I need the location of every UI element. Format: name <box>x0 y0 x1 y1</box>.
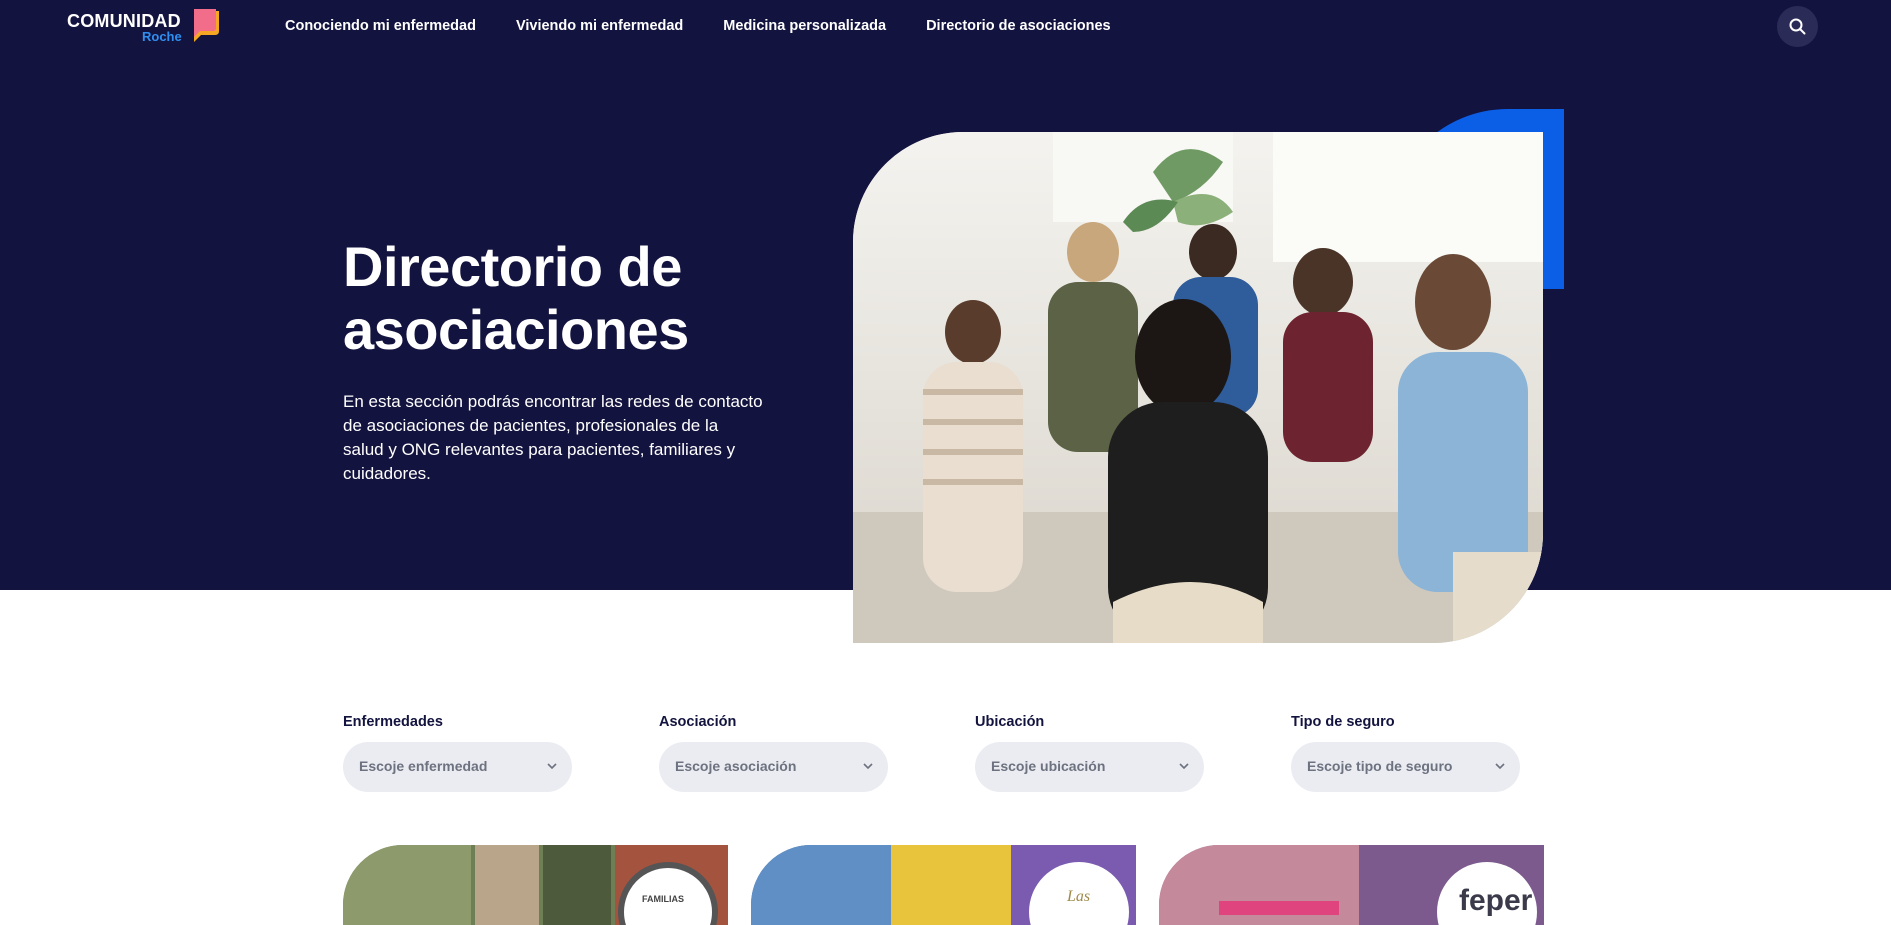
select-enfermedad[interactable]: Escoje enfermedad <box>343 742 572 792</box>
select-tipo-de-seguro[interactable]: Escoje tipo de seguro <box>1291 742 1520 792</box>
card-banner <box>1219 901 1339 915</box>
speech-bubble-icon <box>194 9 219 42</box>
hero-description: En esta sección podrás encontrar las red… <box>343 392 763 483</box>
association-card[interactable]: Las <box>751 845 1136 925</box>
hero-photo-support-group <box>853 132 1543 643</box>
nav-directorio-de-asociaciones[interactable]: Directorio de asociaciones <box>926 18 1111 34</box>
association-logo-text: Las <box>1067 888 1091 905</box>
chevron-down-icon <box>547 763 557 770</box>
nav-medicina-personalizada[interactable]: Medicina personalizada <box>723 18 886 34</box>
page-title: Directorio de asociaciones <box>343 235 689 361</box>
association-card[interactable]: feper <box>1159 845 1544 925</box>
card-photo <box>751 845 891 925</box>
filter-ubicacion: Ubicación Escoje ubicación <box>975 714 1205 792</box>
filter-tipo-de-seguro: Tipo de seguro Escoje tipo de seguro <box>1291 714 1521 792</box>
select-asociacion[interactable]: Escoje asociación <box>659 742 888 792</box>
chevron-down-icon <box>863 763 873 770</box>
association-logo-text: FAMILIAS <box>642 894 684 904</box>
site-header: COMUNIDAD Roche Conociendo mi enfermedad… <box>0 0 1891 54</box>
search-button[interactable] <box>1777 6 1818 47</box>
select-ubicacion[interactable]: Escoje ubicación <box>975 742 1204 792</box>
select-placeholder: Escoje enfermedad <box>359 758 488 774</box>
select-placeholder: Escoje tipo de seguro <box>1307 758 1453 774</box>
search-icon <box>1789 18 1806 35</box>
main-nav: Conociendo mi enfermedad Viviendo mi enf… <box>285 18 1111 34</box>
support-group-illustration <box>853 132 1543 643</box>
nav-viviendo-mi-enfermedad[interactable]: Viviendo mi enfermedad <box>516 18 683 34</box>
chevron-down-icon <box>1179 763 1189 770</box>
filter-label-tipo-de-seguro: Tipo de seguro <box>1291 714 1395 730</box>
filter-asociacion: Asociación Escoje asociación <box>659 714 889 792</box>
filter-label-asociacion: Asociación <box>659 714 737 730</box>
select-placeholder: Escoje ubicación <box>991 758 1106 774</box>
association-logo-text: feper <box>1459 884 1533 917</box>
filter-label-enfermedades: Enfermedades <box>343 714 443 730</box>
logo-subtext: Roche <box>142 29 182 44</box>
select-placeholder: Escoje asociación <box>675 758 797 774</box>
comunidad-roche-logo[interactable]: COMUNIDAD Roche <box>67 8 222 46</box>
nav-conociendo-mi-enfermedad[interactable]: Conociendo mi enfermedad <box>285 18 476 34</box>
association-card[interactable]: FAMILIAS <box>343 845 728 925</box>
card-photo <box>543 845 611 925</box>
filter-enfermedades: Enfermedades Escoje enfermedad <box>343 714 573 792</box>
card-photo <box>343 845 471 925</box>
card-photo <box>891 845 1011 925</box>
filter-label-ubicacion: Ubicación <box>975 714 1045 730</box>
chevron-down-icon <box>1495 763 1505 770</box>
card-photo <box>475 845 539 925</box>
